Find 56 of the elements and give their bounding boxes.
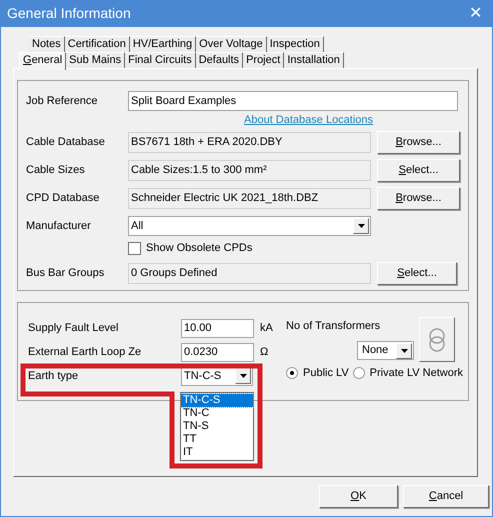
transformer-icon [429,326,445,352]
caret-icon [240,374,246,378]
unit-label: kA [260,320,273,336]
field-label: No of Transformers [286,319,382,334]
dropdown[interactable]: All [128,216,371,236]
field-label: Earth type [28,368,80,384]
field-label: Bus Bar Groups [26,266,106,281]
field-label: Cable Sizes [26,162,86,178]
tab[interactable]: General [19,52,66,70]
close-button[interactable]: ✕ [469,2,482,26]
unit-label: Ω [260,344,268,360]
caret-icon [400,348,408,352]
ok-button[interactable]: OK [319,485,398,508]
radio-button[interactable] [352,367,365,380]
field-label: Job Reference [26,94,99,109]
dropdown[interactable]: None [357,341,414,360]
input-field[interactable]: Split Board Examples [128,91,458,111]
readonly-field: BS7671 18th + ERA 2020.DBY [128,132,371,152]
dropdown-option[interactable]: IT [181,446,253,459]
browse-button[interactable]: Browse... [377,186,460,210]
field-label: CPD Database [26,190,100,206]
readonly-field: Cable Sizes:1.5 to 300 mm² [128,160,371,180]
browse-button[interactable]: Browse... [377,130,460,154]
radio-label: Public LV [303,366,349,381]
tab[interactable]: Project [243,52,284,68]
window-title: General Information [7,4,131,23]
tab[interactable]: Certification [64,36,130,52]
cancel-button[interactable]: Cancel [403,485,489,508]
tab[interactable]: Notes [29,36,65,52]
transformer-button[interactable] [419,317,455,362]
dropdown-option[interactable]: TT [181,433,253,446]
tab[interactable]: Installation [284,52,344,68]
readonly-field: 0 Groups Defined [128,262,371,284]
radio-button[interactable] [286,367,298,380]
field-label: External Earth Loop Ze [28,344,142,360]
field-label: Cable Database [26,134,106,150]
tab[interactable]: Final Circuits [125,52,196,68]
tab[interactable]: Defaults [196,52,244,68]
tab[interactable]: Over Voltage [196,36,267,52]
link[interactable]: About Database Locations [244,112,374,128]
select-button[interactable]: Select... [377,262,457,284]
checkbox[interactable] [128,242,141,254]
tab[interactable]: Sub Mains [66,52,126,68]
radio-label: Private LV Network [370,366,463,381]
dropdown-option[interactable]: TN-C-S [181,394,253,407]
field-label: Manufacturer [26,218,92,234]
readonly-field: Schneider Electric UK 2021_18th.DBZ [128,188,371,208]
select-button[interactable]: Select... [377,158,460,182]
checkbox-label: Show Obsolete CPDs [146,240,252,256]
dropdown-option[interactable]: TN-S [181,420,253,433]
dropdown-option[interactable]: TN-C [181,407,253,420]
input-field[interactable]: 10.00 [181,318,254,338]
input-field[interactable]: 0.0230 [181,342,254,362]
tab[interactable]: Inspection [266,36,324,52]
caret-icon [358,224,364,228]
field-label: Supply Fault Level [28,320,120,336]
